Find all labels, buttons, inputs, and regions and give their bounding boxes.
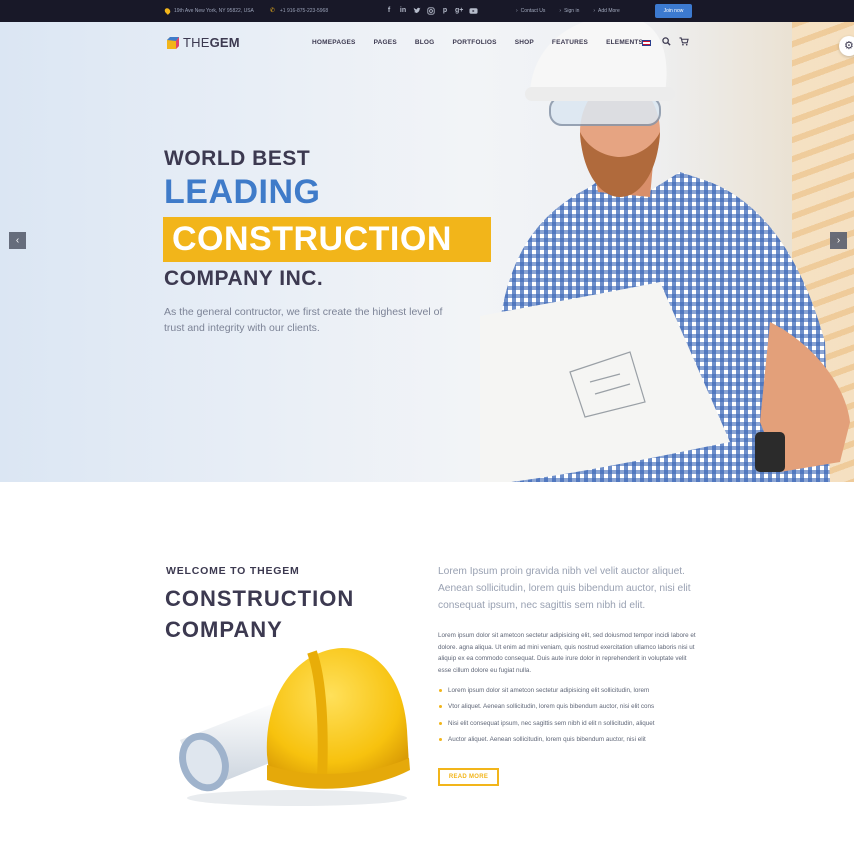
main-nav: HOMEPAGES PAGES BLOG PORTFOLIOS SHOP FEA… xyxy=(312,39,661,46)
welcome-kicker: WELCOME TO THEGEM xyxy=(166,565,300,577)
slider-next-button[interactable]: › xyxy=(830,232,847,249)
bullet-icon xyxy=(439,689,442,692)
logo-text: THEGEM xyxy=(183,35,240,50)
nav-item-portfolios[interactable]: PORTFOLIOS xyxy=(452,39,496,46)
list-item-text: Auctor aliquet. Aenean sollicitudin, lor… xyxy=(448,736,646,744)
language-flag-icon[interactable] xyxy=(642,40,651,46)
slider-prev-button[interactable]: ‹ xyxy=(9,232,26,249)
logo-text-thin: THE xyxy=(183,35,210,50)
bullet-icon xyxy=(439,738,442,742)
pinterest-icon[interactable]: p xyxy=(441,7,449,15)
engineer-illustration xyxy=(480,22,850,482)
welcome-lead-text: Lorem Ipsum proin gravida nibh vel velit… xyxy=(438,566,691,611)
social-links: f in p g+ xyxy=(385,0,478,22)
hero-slider: THEGEM HOMEPAGES PAGES BLOG PORTFOLIOS S… xyxy=(0,22,854,482)
search-icon[interactable] xyxy=(661,37,671,47)
top-bar: 19th Ave New York, NY 95822, USA ✆ +1 91… xyxy=(0,0,854,22)
phone-text: +1 916-875-223-5968 xyxy=(279,8,329,14)
linkedin-icon[interactable]: in xyxy=(399,7,407,15)
hero-line-construction: CONSTRUCTION xyxy=(172,220,452,258)
list-item: Vtor aliquet. Aenean sollicitudin, lorem… xyxy=(438,701,698,717)
contact-info: 19th Ave New York, NY 95822, USA ✆ +1 91… xyxy=(163,0,328,22)
instagram-icon[interactable] xyxy=(427,7,435,15)
hero-line-company: COMPANY INC. xyxy=(164,267,324,290)
nav-item-features[interactable]: FEATURES xyxy=(552,39,588,46)
list-item-text: Vtor aliquet. Aenean sollicitudin, lorem… xyxy=(448,703,655,711)
feature-list: Lorem ipsum dolor sit ametcon sectetur a… xyxy=(438,685,698,751)
cart-icon[interactable] xyxy=(679,37,689,47)
welcome-title-line1: CONSTRUCTION xyxy=(165,586,355,611)
googleplus-icon[interactable]: g+ xyxy=(455,7,463,15)
hard-hat-illustration xyxy=(179,648,410,806)
facebook-icon[interactable]: f xyxy=(385,7,393,15)
youtube-icon[interactable] xyxy=(469,7,478,15)
nav-item-shop[interactable]: SHOP xyxy=(515,39,534,46)
hero-description: As the general contructor, we first crea… xyxy=(164,306,443,334)
settings-gear-icon[interactable]: ⚙ xyxy=(839,36,854,56)
phone-item: ✆ +1 916-875-223-5968 xyxy=(270,8,328,14)
hero-line-leading: LEADING xyxy=(164,173,321,211)
topbar-links: Contact Us Sign in Add More xyxy=(516,0,620,22)
address-item: 19th Ave New York, NY 95822, USA xyxy=(163,7,254,15)
hero-line-world-best: WORLD BEST xyxy=(164,147,311,170)
bullet-icon xyxy=(439,721,442,725)
location-pin-icon xyxy=(163,7,172,15)
sign-in-link[interactable]: Sign in xyxy=(559,8,579,14)
phone-icon: ✆ xyxy=(269,8,275,14)
read-more-button[interactable]: READ MORE xyxy=(438,768,499,786)
address-text: 19th Ave New York, NY 95822, USA xyxy=(174,8,254,14)
join-now-button[interactable]: Join now xyxy=(655,4,692,18)
welcome-body-text: Lorem ipsum dolor sit ametcon sectetur a… xyxy=(438,632,696,674)
list-item-text: Nisi elit consequat ipsum, nec sagittis … xyxy=(448,719,655,727)
twitter-icon[interactable] xyxy=(413,7,421,15)
list-item: Lorem ipsum dolor sit ametcon sectetur a… xyxy=(438,685,698,701)
list-item-text: Lorem ipsum dolor sit ametcon sectetur a… xyxy=(448,687,650,694)
contact-us-link[interactable]: Contact Us xyxy=(516,8,546,14)
nav-item-elements[interactable]: ELEMENTS xyxy=(606,39,643,46)
list-item: Auctor aliquet. Aenean sollicitudin, lor… xyxy=(438,734,698,750)
add-more-link[interactable]: Add More xyxy=(593,8,620,14)
nav-item-homepages[interactable]: HOMEPAGES xyxy=(312,39,356,46)
bullet-icon xyxy=(439,705,442,709)
logo-text-bold: GEM xyxy=(209,35,240,50)
gem-logo-icon xyxy=(167,36,179,49)
list-item: Nisi elit consequat ipsum, nec sagittis … xyxy=(438,718,698,734)
nav-item-blog[interactable]: BLOG xyxy=(415,39,435,46)
nav-item-pages[interactable]: PAGES xyxy=(374,39,397,46)
thegem-logo[interactable]: THEGEM xyxy=(166,35,240,50)
